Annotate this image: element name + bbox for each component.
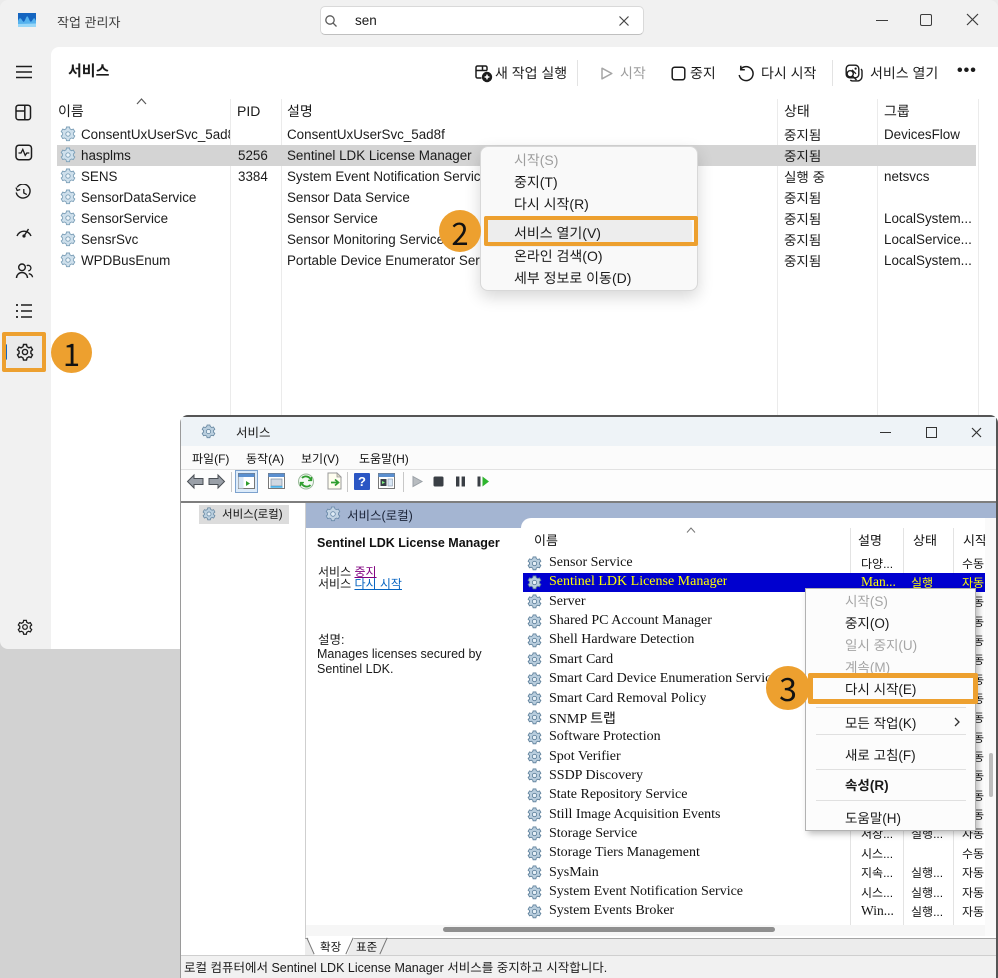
svg-text:?: ? xyxy=(358,474,366,489)
